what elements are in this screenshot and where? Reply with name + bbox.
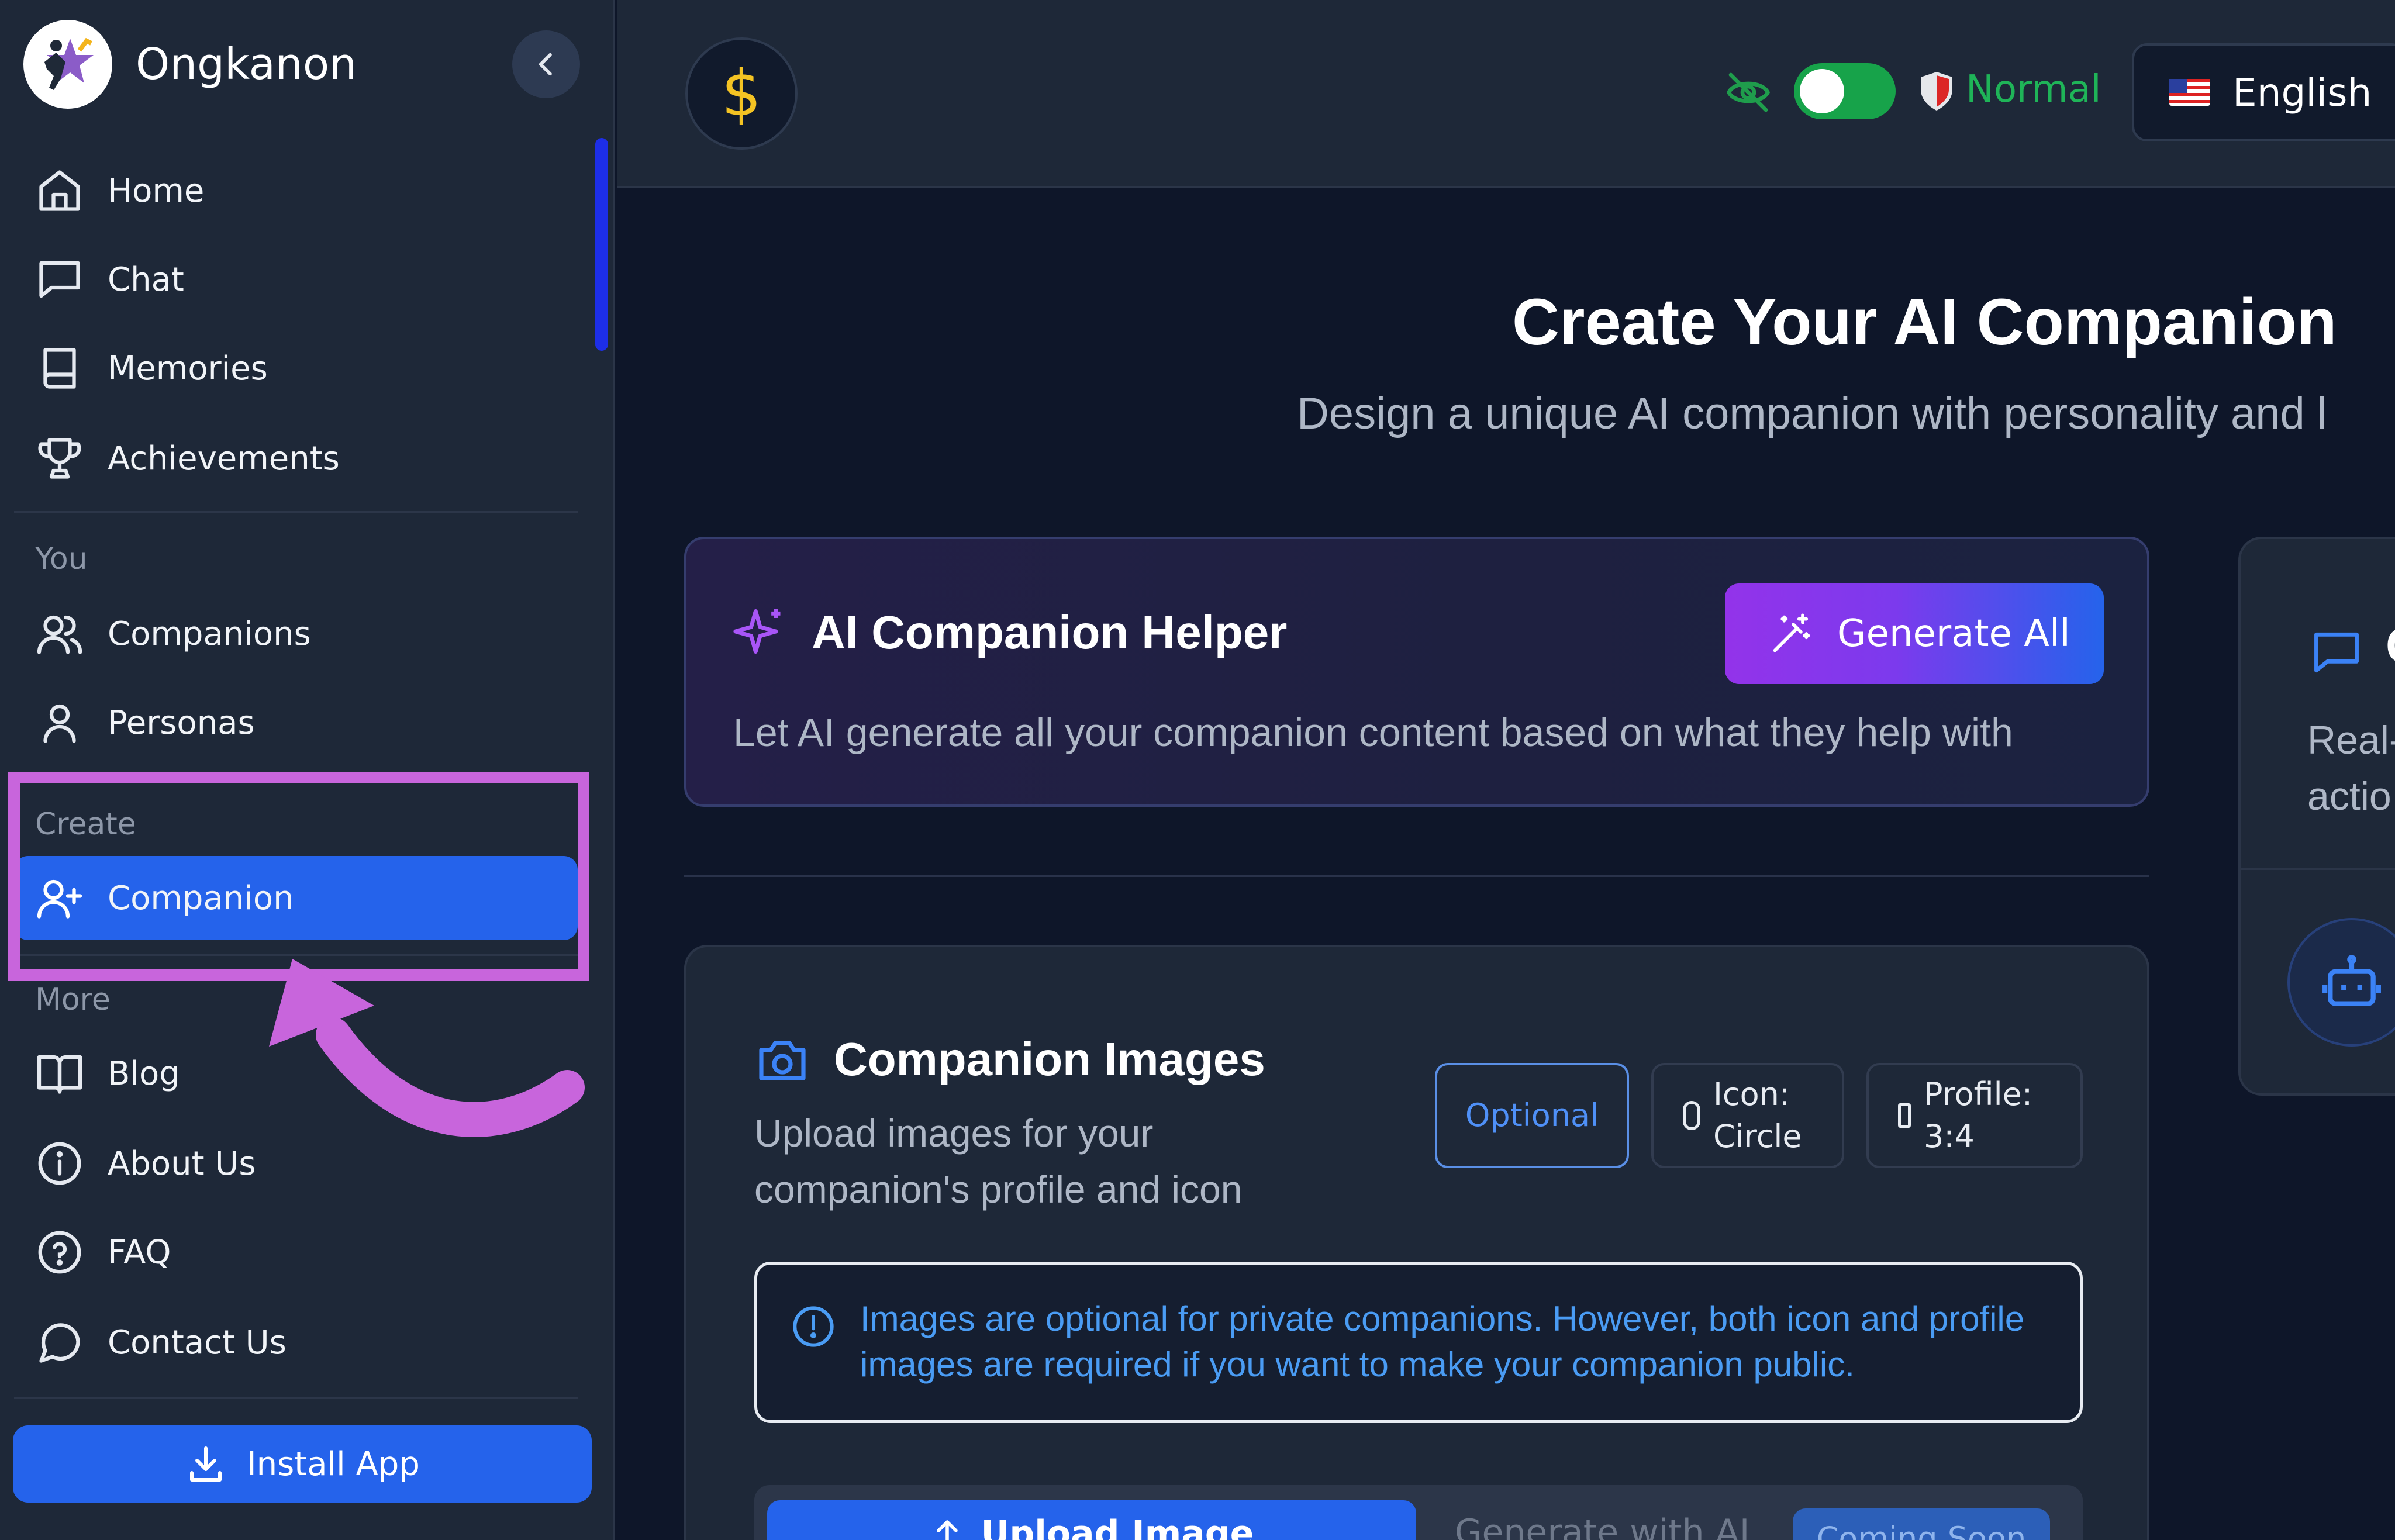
upload-icon [936, 1520, 958, 1540]
app-logo [23, 20, 112, 109]
ai-helper-title: AI Companion Helper [812, 606, 1288, 658]
section-label-you: You [35, 541, 88, 576]
generate-all-button[interactable]: Generate All [1725, 583, 2104, 684]
image-source-tabs: Upload Image Generate with AI Coming Soo… [754, 1485, 2083, 1540]
collapse-sidebar-button[interactable] [512, 30, 580, 98]
sidebar-item-home[interactable]: Home [14, 149, 578, 233]
book-icon [35, 344, 84, 393]
info-icon [35, 1139, 84, 1188]
generate-all-label: Generate All [1837, 612, 2070, 655]
bot-avatar [2287, 918, 2395, 1047]
sidebar-item-achievements[interactable]: Achievements [14, 416, 578, 500]
sidebar-item-faq[interactable]: FAQ [14, 1210, 578, 1294]
message-circle-icon [35, 1318, 84, 1367]
bot-icon [2322, 955, 2381, 1006]
rectangle-shape-icon [1898, 1103, 1911, 1128]
brand[interactable]: Ongkanon [23, 20, 357, 109]
sidebar-item-label: Contact Us [108, 1323, 287, 1362]
help-icon [35, 1228, 84, 1277]
eye-off-icon [1726, 72, 1771, 112]
install-app-button[interactable]: Install App [13, 1425, 592, 1503]
language-label: English [2232, 70, 2372, 115]
profile-ratio-badge: Profile: 3:4 [1866, 1063, 2083, 1168]
realtime-chat-card: C Real-actio [2238, 537, 2395, 1096]
side-card-line2: actio [2307, 774, 2391, 819]
sidebar-item-label: Blog [108, 1054, 180, 1093]
sidebar-item-label: Home [108, 171, 205, 210]
icon-shape-line1: Icon: [1713, 1076, 1790, 1113]
download-icon [190, 1446, 222, 1482]
us-flag-icon [2169, 79, 2210, 106]
profile-ratio-line2: 3:4 [1924, 1118, 1975, 1155]
open-book-icon [35, 1049, 84, 1098]
tab-upload-image[interactable]: Upload Image [767, 1500, 1416, 1540]
install-app-label: Install App [247, 1445, 420, 1483]
content-mode-label: Normal [1966, 68, 2101, 111]
chat-icon [2314, 632, 2359, 673]
page-title: Create Your AI Companion [1512, 285, 2337, 358]
side-card-description: Real-actio [2307, 712, 2395, 824]
sidebar-item-contact-us[interactable]: Contact Us [14, 1300, 578, 1384]
users-icon [35, 609, 84, 658]
images-info-alert: Images are optional for private companio… [754, 1262, 2083, 1423]
trophy-icon [35, 434, 84, 483]
profile-ratio-line1: Profile: [1924, 1076, 2033, 1113]
sidebar-item-label: Companions [108, 614, 311, 653]
home-icon [35, 166, 84, 215]
companion-images-card: Companion Images Upload images for your … [684, 945, 2149, 1540]
page-subtitle: Design a unique AI companion with person… [1297, 389, 2327, 438]
profile-ratio-label: Profile: 3:4 [1924, 1073, 2032, 1158]
app-name: Ongkanon [136, 39, 357, 89]
sidebar-item-personas[interactable]: Personas [14, 681, 578, 765]
ai-helper-description: Let AI generate all your companion conte… [733, 710, 2013, 755]
sidebar-item-chat[interactable]: Chat [14, 237, 578, 322]
user-icon [35, 698, 84, 747]
sidebar-item-label: FAQ [108, 1233, 171, 1272]
camera-icon [759, 1041, 806, 1080]
images-info-text: Images are optional for private companio… [860, 1299, 2025, 1384]
section-label-more: More [35, 982, 111, 1017]
sparkles-icon [733, 609, 781, 654]
sidebar-item-label: Memories [108, 349, 268, 388]
icon-shape-line2: Circle [1713, 1118, 1802, 1155]
magic-wand-icon [1773, 613, 1810, 652]
content-mode-toggle[interactable] [1794, 63, 1896, 119]
sidebar-item-memories[interactable]: Memories [14, 326, 578, 410]
chevron-left-icon [539, 53, 552, 76]
sidebar: Ongkanon Home Chat Memories Achievements… [0, 0, 615, 1540]
sidebar-item-label: Achievements [108, 439, 340, 478]
tab-generate-with-ai[interactable]: Generate with AI [1455, 1512, 1749, 1540]
side-card-divider [2241, 868, 2395, 870]
toggle-knob [1800, 69, 1844, 113]
sidebar-item-label: About Us [108, 1144, 256, 1183]
coming-soon-badge: Coming Soon [1793, 1508, 2050, 1540]
credits-button[interactable]: $ [685, 37, 798, 150]
sidebar-divider [14, 1397, 578, 1399]
sidebar-item-label: Chat [108, 260, 184, 299]
circle-shape-icon [1683, 1101, 1700, 1130]
side-card-title: C [2386, 617, 2395, 674]
sidebar-item-companions[interactable]: Companions [14, 592, 578, 676]
tab-upload-label: Upload Image [981, 1513, 1254, 1540]
companion-images-title: Companion Images [834, 1033, 1265, 1085]
top-bar: $ Normal English [617, 0, 2395, 188]
language-selector[interactable]: English [2132, 43, 2395, 141]
alert-circle-icon [793, 1306, 834, 1347]
optional-badge: Optional [1435, 1063, 1629, 1168]
sidebar-scrollbar[interactable] [595, 138, 608, 351]
shield-icon [1921, 72, 1952, 111]
sidebar-item-label: Personas [108, 703, 255, 742]
companion-images-description: Upload images for your companion's profi… [754, 1111, 1243, 1211]
icon-shape-label: Icon: Circle [1713, 1073, 1802, 1158]
icon-shape-badge: Icon: Circle [1651, 1063, 1844, 1168]
chat-icon [35, 255, 84, 304]
side-card-line1: Real- [2307, 718, 2395, 762]
ai-helper-card: AI Companion Helper Generate All Let AI … [684, 537, 2149, 807]
sidebar-divider [14, 511, 578, 513]
section-divider [684, 875, 2149, 877]
pointer-arrow-annotation [269, 959, 585, 1137]
dollar-icon: $ [721, 57, 762, 130]
optional-badge-label: Optional [1465, 1097, 1599, 1134]
